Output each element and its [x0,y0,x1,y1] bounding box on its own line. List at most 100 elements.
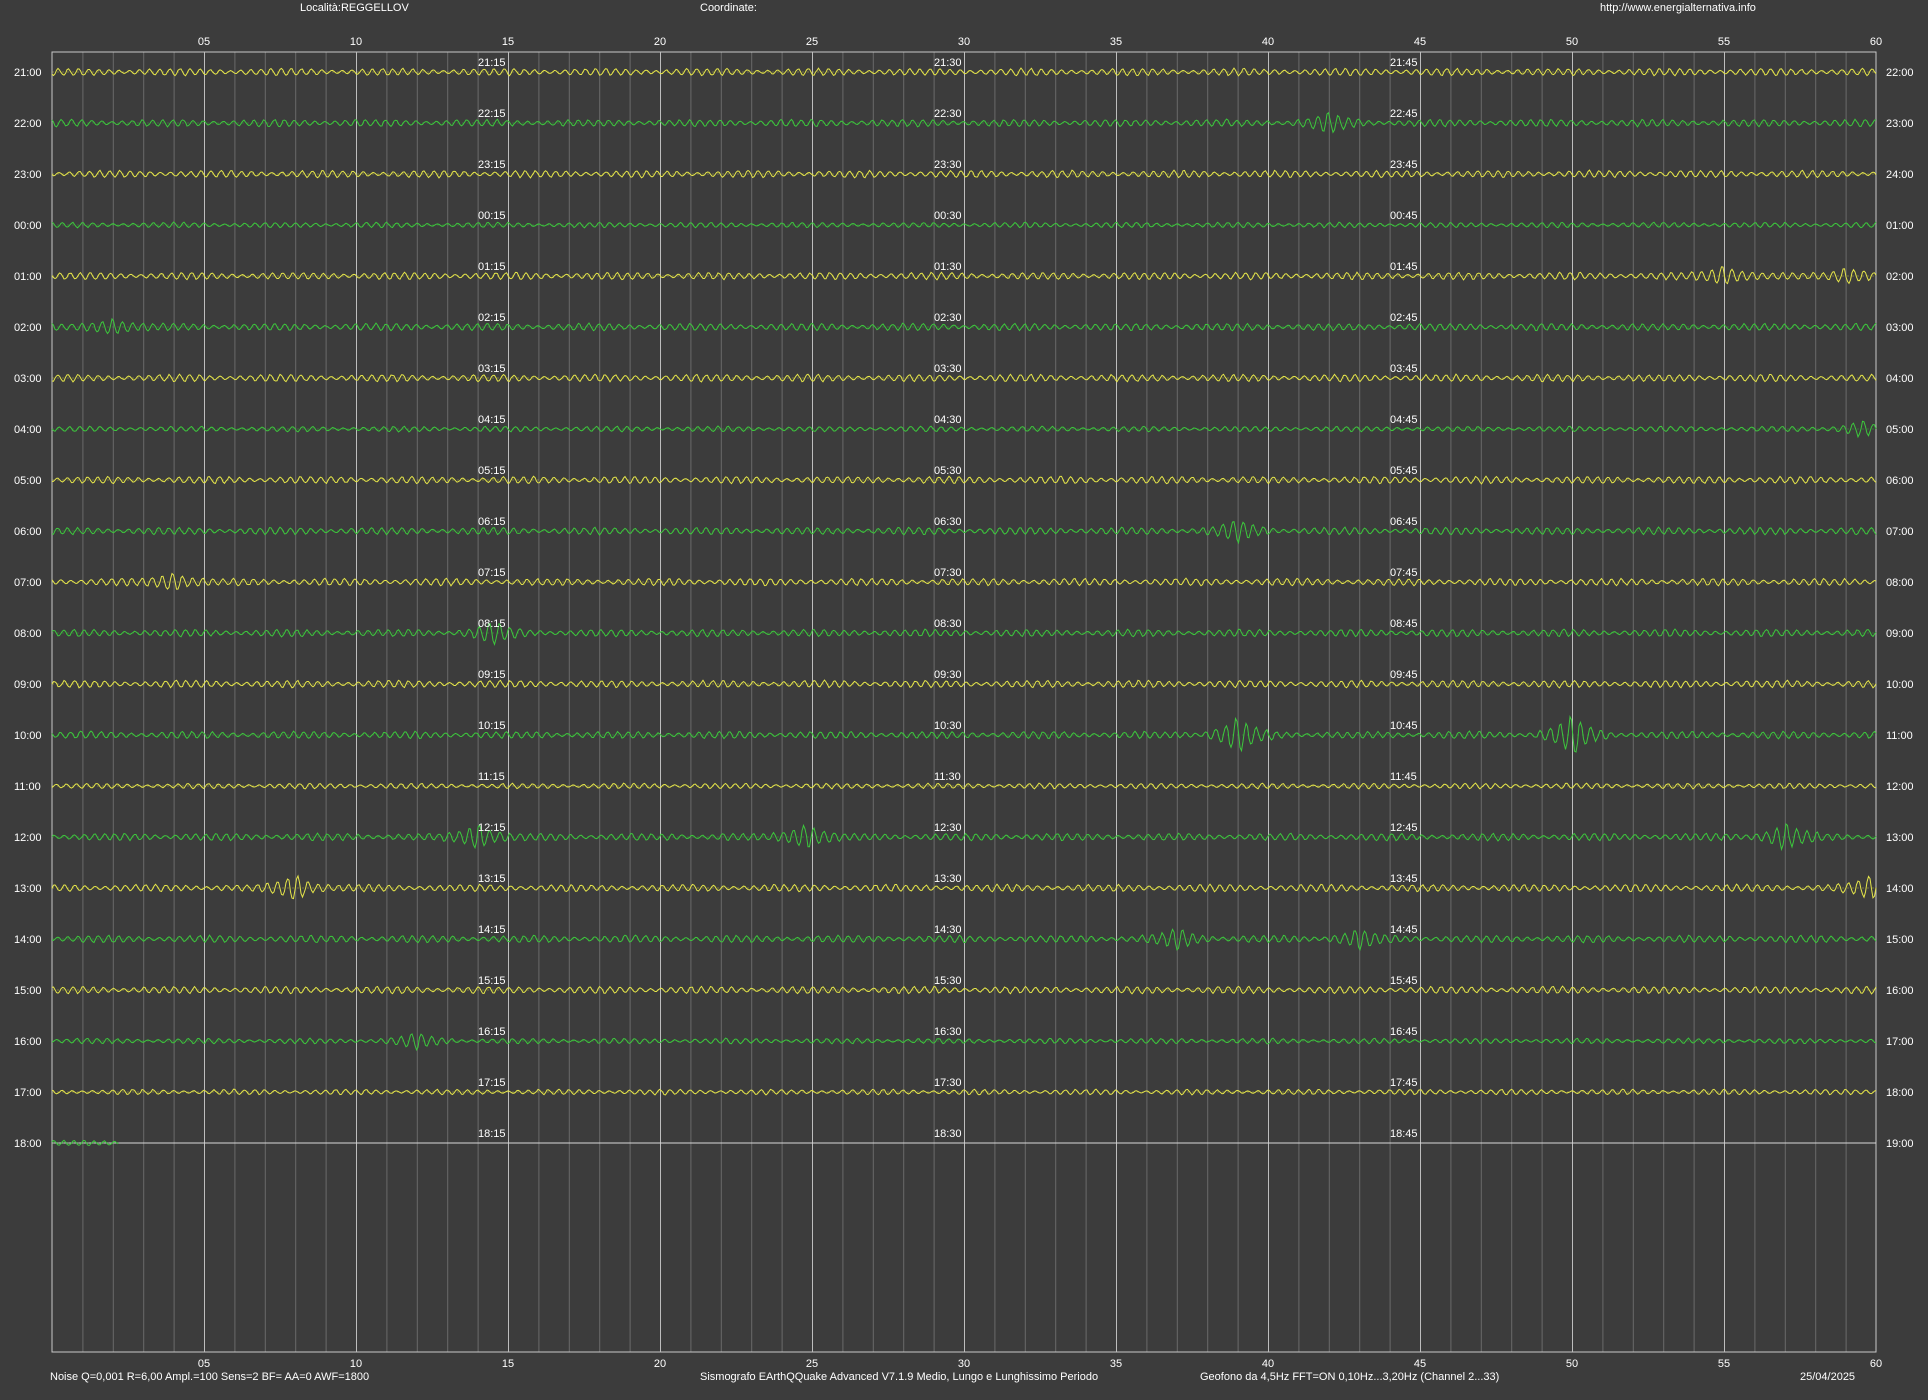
x-tick-label-bottom: 50 [1566,1358,1578,1370]
row-hour-label-left: 22:00 [14,118,42,130]
seismograph-chart: 21:00 22:00 21:15 21:30 21:45 22:00 23:00 22:15… [0,0,1928,1400]
row-hour-label-left: 07:00 [14,577,42,589]
quarter-label: 09:15 [478,669,506,681]
x-tick-label-bottom: 55 [1718,1358,1730,1370]
row-hour-label-left: 15:00 [14,985,42,997]
quarter-label: 15:45 [1390,975,1418,987]
row-hour-label-left: 10:00 [14,730,42,742]
row-hour-label-right: 12:00 [1886,781,1914,793]
row-hour-label-right: 22:00 [1886,67,1914,79]
quarter-label: 10:15 [478,720,506,732]
row-hour-label-right: 08:00 [1886,577,1914,589]
row-hour-label-left: 23:00 [14,169,42,181]
x-tick-label-top: 45 [1414,36,1426,48]
x-tick-label-top: 25 [806,36,818,48]
row-hour-label-left: 02:00 [14,322,42,334]
software-info: Sismografo EArthQQuake Advanced V7.1.9 M… [700,1371,1098,1383]
row-hour-label-left: 08:00 [14,628,42,640]
coordinates-label: Coordinate: [700,2,757,14]
quarter-label: 23:30 [934,159,962,171]
x-tick-label-top: 15 [502,36,514,48]
quarter-label: 03:15 [478,363,506,375]
quarter-label: 12:15 [478,822,506,834]
quarter-label: 16:15 [478,1026,506,1038]
quarter-label: 09:30 [934,669,962,681]
x-tick-label-bottom: 45 [1414,1358,1426,1370]
row-hour-label-right: 14:00 [1886,883,1914,895]
quarter-label: 13:30 [934,873,962,885]
row-hour-label-right: 19:00 [1886,1138,1914,1150]
row-hour-label-left: 06:00 [14,526,42,538]
quarter-label: 14:15 [478,924,506,936]
x-tick-label-bottom: 30 [958,1358,970,1370]
quarter-label: 18:15 [478,1128,506,1140]
quarter-label: 13:15 [478,873,506,885]
row-hour-label-right: 06:00 [1886,475,1914,487]
quarter-label: 22:45 [1390,108,1418,120]
row-hour-label-right: 07:00 [1886,526,1914,538]
quarter-label: 11:45 [1390,771,1417,783]
row-hour-label-right: 17:00 [1886,1036,1914,1048]
quarter-label: 07:30 [934,567,962,579]
quarter-label: 00:45 [1390,210,1418,222]
x-tick-label-top: 05 [198,36,210,48]
quarter-label: 07:15 [478,567,506,579]
row-hour-label-left: 14:00 [14,934,42,946]
quarter-label: 12:45 [1390,822,1418,834]
x-tick-label-bottom: 05 [198,1358,210,1370]
quarter-label: 22:30 [934,108,962,120]
row-hour-label-right: 11:00 [1886,730,1913,742]
x-tick-label-top: 20 [654,36,666,48]
quarter-label: 07:45 [1390,567,1418,579]
quarter-label: 03:45 [1390,363,1418,375]
quarter-label: 14:45 [1390,924,1418,936]
quarter-label: 05:30 [934,465,962,477]
row-hour-label-left: 01:00 [14,271,42,283]
quarter-label: 01:15 [478,261,506,273]
row-hour-label-right: 15:00 [1886,934,1914,946]
quarter-label: 02:30 [934,312,962,324]
quarter-label: 23:45 [1390,159,1418,171]
row-hour-label-right: 10:00 [1886,679,1914,691]
x-tick-label-bottom: 40 [1262,1358,1274,1370]
quarter-label: 15:15 [478,975,506,987]
quarter-label: 23:15 [478,159,506,171]
x-tick-label-top: 60 [1870,36,1882,48]
row-hour-label-left: 21:00 [14,67,42,79]
row-hour-label-right: 01:00 [1886,220,1914,232]
quarter-label: 11:15 [478,771,505,783]
quarter-label: 21:45 [1390,57,1418,69]
quarter-label: 01:45 [1390,261,1418,273]
quarter-label: 17:45 [1390,1077,1418,1089]
quarter-label: 13:45 [1390,873,1418,885]
quarter-label: 04:45 [1390,414,1418,426]
row-hour-label-left: 05:00 [14,475,42,487]
quarter-label: 21:15 [478,57,506,69]
quarter-label: 02:45 [1390,312,1418,324]
quarter-label: 08:15 [478,618,506,630]
quarter-label: 17:15 [478,1077,506,1089]
quarter-label: 22:15 [478,108,506,120]
x-tick-label-bottom: 20 [654,1358,666,1370]
quarter-label: 10:30 [934,720,962,732]
website-url: http://www.energialternativa.info [1600,2,1756,14]
row-hour-label-left: 09:00 [14,679,42,691]
row-hour-label-left: 18:00 [14,1138,42,1150]
row-hour-label-right: 13:00 [1886,832,1914,844]
row-hour-label-left: 11:00 [14,781,41,793]
row-hour-label-right: 03:00 [1886,322,1914,334]
quarter-label: 14:30 [934,924,962,936]
x-tick-label-bottom: 15 [502,1358,514,1370]
quarter-label: 12:30 [934,822,962,834]
row-hour-label-right: 23:00 [1886,118,1914,130]
row-hour-label-right: 18:00 [1886,1087,1914,1099]
row-hour-label-right: 04:00 [1886,373,1914,385]
quarter-label: 11:30 [934,771,961,783]
x-tick-label-bottom: 25 [806,1358,818,1370]
quarter-label: 18:30 [934,1128,962,1140]
row-hour-label-left: 17:00 [14,1087,42,1099]
quarter-label: 04:30 [934,414,962,426]
recording-date: 25/04/2025 [1800,1371,1855,1383]
quarter-label: 05:45 [1390,465,1418,477]
row-hour-label-left: 13:00 [14,883,42,895]
